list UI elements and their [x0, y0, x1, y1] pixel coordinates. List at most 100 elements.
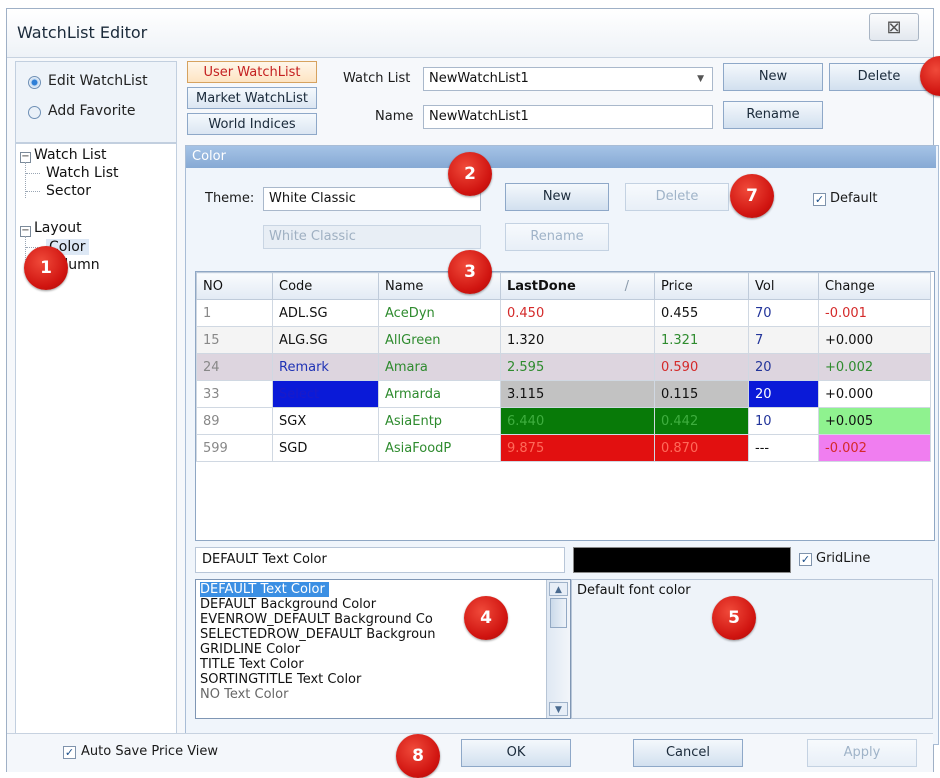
cell-change[interactable]: -0.001 — [818, 299, 931, 327]
cell-vol[interactable]: 20 — [748, 380, 819, 408]
close-button[interactable]: ⊠ — [869, 13, 919, 41]
cancel-button[interactable]: Cancel — [633, 739, 743, 767]
list-scrollbar[interactable]: ▲ ▼ — [546, 580, 570, 718]
cell-name[interactable]: Amara — [378, 353, 501, 381]
cell-lastdone[interactable]: 1.320 — [500, 326, 655, 354]
autosave-checkbox[interactable]: ✓ — [63, 746, 76, 759]
scroll-thumb[interactable] — [550, 598, 567, 628]
preview-grid[interactable]: NO Code Name LastDone / Price Vol Change … — [195, 271, 935, 541]
scroll-up-icon[interactable]: ▲ — [549, 582, 568, 596]
cell-no[interactable]: 89 — [196, 407, 273, 435]
cell-price[interactable]: 0.455 — [654, 299, 749, 327]
cell-vol[interactable]: 10 — [748, 407, 819, 435]
market-watchlist-tab[interactable]: Market WatchList — [187, 87, 317, 109]
cell-no[interactable]: 15 — [196, 326, 273, 354]
watchlist-select[interactable]: NewWatchList1 ▼ — [423, 67, 713, 91]
cell-code[interactable]: Remark — [272, 353, 379, 381]
theme-name-input[interactable]: White Classic — [263, 225, 481, 249]
cell-lastdone[interactable]: 6.440 — [500, 407, 655, 435]
column-header-change[interactable]: Change — [818, 272, 931, 300]
add-favorite-label[interactable]: Add Favorite — [48, 103, 136, 119]
cell-change[interactable]: +0.005 — [818, 407, 931, 435]
add-favorite-radio[interactable] — [28, 106, 41, 119]
cell-change[interactable]: +0.000 — [818, 380, 931, 408]
cell-vol[interactable]: 7 — [748, 326, 819, 354]
list-item[interactable]: EVENROW_DEFAULT Background Co — [200, 612, 433, 627]
world-indices-tab[interactable]: World Indices — [187, 113, 317, 135]
delete-watchlist-button[interactable]: Delete — [829, 63, 929, 91]
tree-node-sector[interactable]: Sector — [46, 183, 91, 199]
cell-lastdone[interactable]: 0.450 — [500, 299, 655, 327]
edit-watchlist-label[interactable]: Edit WatchList — [48, 73, 148, 89]
column-header-lastdone[interactable]: LastDone / — [500, 272, 655, 300]
cell-code[interactable]: SGX — [272, 407, 379, 435]
rename-theme-button[interactable]: Rename — [505, 223, 609, 251]
cell-no[interactable]: 24 — [196, 353, 273, 381]
tree-node-layout[interactable]: Layout — [34, 220, 82, 236]
cell-code[interactable]: SGD — [272, 434, 379, 462]
list-item[interactable]: GRIDLINE Color — [200, 642, 300, 657]
table-row[interactable]: 89 SGX AsiaEntp 6.440 0.442 10 +0.005 — [196, 407, 931, 435]
new-watchlist-button[interactable]: New — [723, 63, 823, 91]
callout-marker-5: 5 — [712, 596, 756, 640]
cell-code[interactable]: ADL.SG — [272, 299, 379, 327]
cell-price[interactable]: 0.590 — [654, 353, 749, 381]
list-item[interactable]: DEFAULT Text Color — [200, 582, 329, 597]
list-item[interactable]: SELECTEDROW_DEFAULT Backgroun — [200, 627, 436, 642]
delete-theme-button[interactable]: Delete — [625, 183, 729, 211]
cell-name[interactable]: Armarda — [378, 380, 501, 408]
theme-select[interactable]: White Classic — [263, 187, 481, 211]
cell-lastdone[interactable]: 3.115 — [500, 380, 655, 408]
cell-price[interactable]: 0.115 — [654, 380, 749, 408]
column-header-vol[interactable]: Vol — [748, 272, 819, 300]
cell-name[interactable]: AsiaEntp — [378, 407, 501, 435]
column-header-price[interactable]: Price — [654, 272, 749, 300]
color-swatch[interactable] — [573, 547, 791, 573]
cell-change[interactable]: +0.000 — [818, 326, 931, 354]
cell-name[interactable]: AceDyn — [378, 299, 501, 327]
cell-vol[interactable]: --- — [748, 434, 819, 462]
color-item-list[interactable]: DEFAULT Text Color DEFAULT Background Co… — [195, 579, 571, 719]
cell-name[interactable]: AsiaFoodP — [378, 434, 501, 462]
column-header-no[interactable]: NO — [196, 272, 273, 300]
tree-node-watch-list-child[interactable]: Watch List — [46, 165, 119, 181]
default-checkbox[interactable]: ✓ — [813, 193, 826, 206]
cell-lastdone[interactable]: 9.875 — [500, 434, 655, 462]
user-watchlist-tab[interactable]: User WatchList — [187, 61, 317, 83]
cell-price[interactable]: 0.870 — [654, 434, 749, 462]
selected-color-item[interactable]: DEFAULT Text Color — [195, 547, 565, 573]
cell-name[interactable]: AllGreen — [378, 326, 501, 354]
apply-button[interactable]: Apply — [807, 739, 917, 767]
list-item[interactable]: TITLE Text Color — [200, 657, 304, 672]
cell-lastdone[interactable]: 2.595 — [500, 353, 655, 381]
cell-price[interactable]: 0.442 — [654, 407, 749, 435]
list-item[interactable]: SORTINGTITLE Text Color — [200, 672, 361, 687]
table-row[interactable]: 1 ADL.SG AceDyn 0.450 0.455 70 -0.001 — [196, 299, 931, 327]
cell-change[interactable]: +0.002 — [818, 353, 931, 381]
cell-vol[interactable]: 20 — [748, 353, 819, 381]
new-theme-button[interactable]: New — [505, 183, 609, 211]
table-row[interactable]: 24 Remark Amara 2.595 0.590 20 +0.002 — [196, 353, 931, 381]
cell-code[interactable]: Select — [272, 380, 379, 408]
list-item[interactable]: NO Text Color — [200, 687, 288, 702]
cell-code[interactable]: ALG.SG — [272, 326, 379, 354]
name-input[interactable]: NewWatchList1 — [423, 105, 713, 129]
table-row[interactable]: 15 ALG.SG AllGreen 1.320 1.321 7 +0.000 — [196, 326, 931, 354]
cell-no[interactable]: 1 — [196, 299, 273, 327]
callout-marker-1: 1 — [24, 246, 68, 290]
rename-watchlist-button[interactable]: Rename — [723, 101, 823, 129]
cell-vol[interactable]: 70 — [748, 299, 819, 327]
column-header-code[interactable]: Code — [272, 272, 379, 300]
cell-no[interactable]: 33 — [196, 380, 273, 408]
ok-button[interactable]: OK — [461, 739, 571, 767]
cell-price[interactable]: 1.321 — [654, 326, 749, 354]
gridline-checkbox[interactable]: ✓ — [799, 553, 812, 566]
scroll-down-icon[interactable]: ▼ — [549, 702, 568, 716]
tree-node-watch-list[interactable]: Watch List — [34, 147, 107, 163]
edit-watchlist-radio[interactable] — [28, 76, 41, 89]
cell-no[interactable]: 599 — [196, 434, 273, 462]
table-row[interactable]: 599 SGD AsiaFoodP 9.875 0.870 --- -0.002 — [196, 434, 931, 462]
list-item[interactable]: DEFAULT Background Color — [200, 597, 376, 612]
cell-change[interactable]: -0.002 — [818, 434, 931, 462]
table-row[interactable]: 33 Select Armarda 3.115 0.115 20 +0.000 — [196, 380, 931, 408]
